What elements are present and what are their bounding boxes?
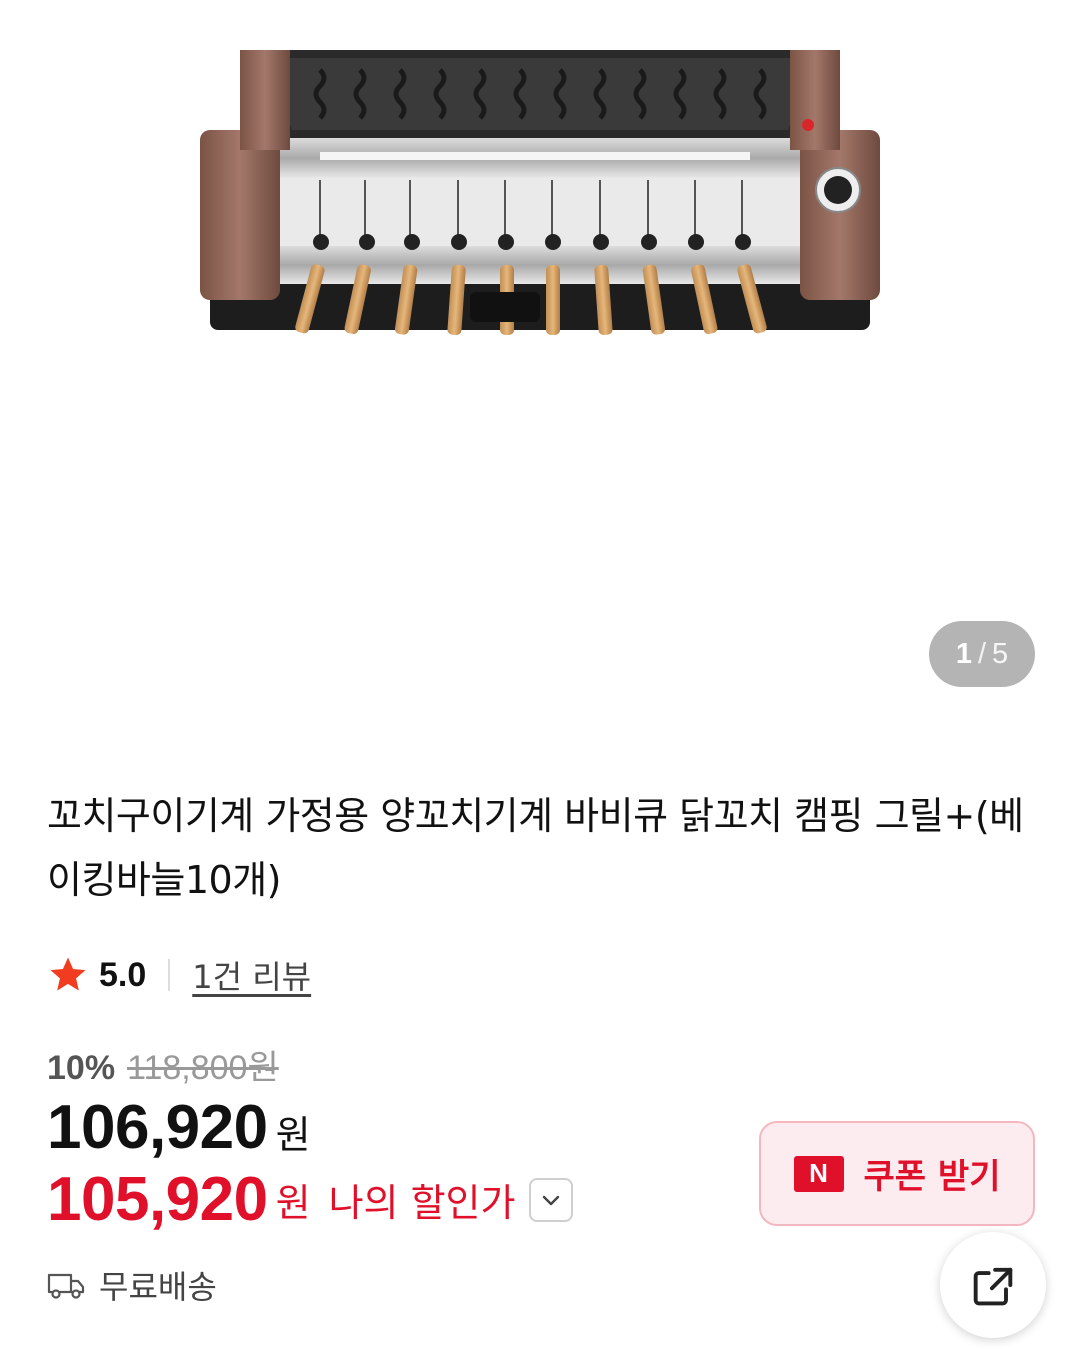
sale-price-unit: 원	[275, 1113, 311, 1157]
original-price: 118,800원	[127, 1049, 279, 1087]
my-price-unit: 원	[275, 1181, 311, 1225]
share-button[interactable]	[940, 1232, 1046, 1338]
coupon-label: 쿠폰 받기	[863, 1157, 1001, 1197]
page-separator: /	[977, 637, 987, 670]
my-price-label: 나의 할인가	[328, 1181, 516, 1225]
share-icon	[973, 1267, 1013, 1306]
discount-rate: 10%	[47, 1049, 116, 1087]
coupon-button[interactable]: N 쿠폰 받기	[759, 1121, 1035, 1226]
my-price-row: 105,920 원 나의 할인가	[47, 1164, 574, 1235]
product-title: 꼬치구이기계 가정용 양꼬치기계 바비큐 닭꼬치 캠핑 그릴+(베이킹바늘10개…	[47, 794, 1024, 902]
sale-price-row: 106,920 원	[47, 1092, 311, 1163]
discount-row: 10% 118,800원	[47, 1040, 279, 1089]
star-icon	[50, 957, 86, 991]
sale-price: 106,920	[47, 1093, 268, 1162]
product-image	[200, 50, 880, 335]
price-detail-toggle[interactable]	[529, 1177, 574, 1222]
chevron-down-icon	[543, 1195, 560, 1205]
naver-n-icon: N	[793, 1155, 844, 1192]
page-indicator: 1 / 5	[929, 621, 1035, 687]
review-count-link[interactable]: 1건 리뷰	[192, 952, 311, 998]
total-pages: 5	[992, 637, 1009, 670]
shipping-label: 무료배송	[99, 1268, 217, 1306]
rating-row: 5.0 1건 리뷰	[47, 952, 311, 998]
my-discount-price: 105,920	[47, 1165, 268, 1234]
truck-icon	[47, 1273, 85, 1299]
rating-divider	[168, 959, 171, 991]
rating-score: 5.0	[99, 955, 147, 994]
shipping-info: 무료배송	[47, 1262, 217, 1308]
current-page: 1	[955, 637, 972, 670]
product-image-gallery[interactable]: 1 / 5	[0, 0, 1080, 720]
